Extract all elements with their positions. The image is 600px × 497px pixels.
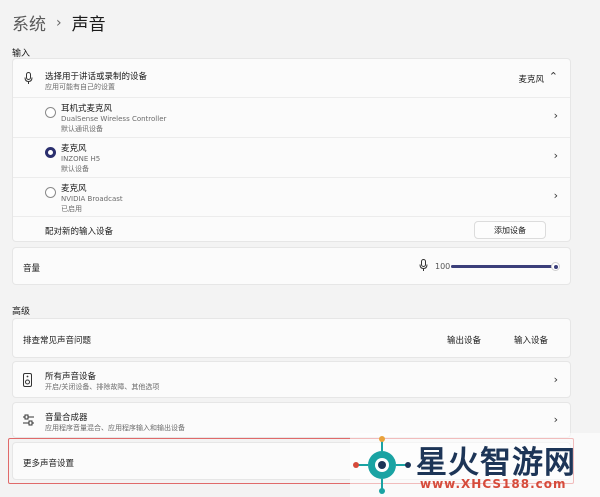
device-status: 默认通讯设备 <box>61 125 103 133</box>
device-status: 已启用 <box>61 205 82 213</box>
device-name: 耳机式麦克风 <box>61 104 113 114</box>
choose-device-row[interactable]: 选择用于讲话或录制的设备 应用可能有自己的设置 麦克风 ⌃ <box>13 59 570 97</box>
section-label-advanced: 高级 <box>12 307 31 317</box>
chevron-right-icon[interactable]: › <box>554 189 558 202</box>
mixer-icon <box>23 414 34 426</box>
device-name: 麦克风 <box>61 184 87 194</box>
chevron-right-icon[interactable]: › <box>554 373 558 386</box>
device-item-inzone[interactable]: 麦克风 INZONE H5 默认设备 › <box>13 138 570 176</box>
volume-mixer-subtitle: 应用程序音量混合、应用程序输入和输出设备 <box>45 424 185 432</box>
page-title: 声音 <box>71 15 106 35</box>
volume-mixer-title: 音量合成器 <box>45 413 88 423</box>
input-device-card: 选择用于讲话或录制的设备 应用可能有自己的设置 麦克风 ⌃ 耳机式麦克风 Dua… <box>12 58 571 242</box>
volume-label: 音量 <box>23 264 41 274</box>
radio-button[interactable] <box>45 187 56 198</box>
input-device-button[interactable]: 输入设备 <box>514 334 548 346</box>
device-model: NVIDIA Broadcast <box>61 195 123 203</box>
device-item-headset[interactable]: 耳机式麦克风 DualSense Wireless Controller 默认通… <box>13 98 570 136</box>
volume-slider-fill <box>451 265 555 268</box>
output-device-button[interactable]: 输出设备 <box>447 334 481 346</box>
watermark-url: www.XHCS188.com <box>420 477 567 491</box>
chevron-right-icon[interactable]: › <box>554 109 558 122</box>
choose-device-title: 选择用于讲话或录制的设备 <box>45 72 148 82</box>
radio-button[interactable] <box>45 107 56 118</box>
microphone-icon <box>24 72 33 84</box>
watermark: 星火智游网 www.XHCS188.com <box>350 433 600 497</box>
device-status: 默认设备 <box>61 165 89 173</box>
pair-input-device-label: 配对新的输入设备 <box>45 227 114 237</box>
add-device-button[interactable]: 添加设备 <box>474 221 546 239</box>
radio-button-selected[interactable] <box>45 147 56 158</box>
speaker-device-icon <box>23 373 32 387</box>
device-item-nvidia[interactable]: 麦克风 NVIDIA Broadcast 已启用 › <box>13 178 570 216</box>
selected-device-value: 麦克风 <box>518 75 544 85</box>
chevron-up-icon[interactable]: ⌃ <box>549 70 558 83</box>
chevron-right-icon[interactable]: › <box>554 149 558 162</box>
all-sound-devices-subtitle: 开启/关闭设备、排除故障、其他选项 <box>45 383 160 391</box>
microphone-icon[interactable] <box>419 259 428 272</box>
input-volume-card: 音量 100 <box>12 247 571 285</box>
watermark-text: 星火智游网 <box>416 445 576 481</box>
watermark-logo-icon <box>353 436 411 494</box>
pair-input-device-row: 配对新的输入设备 添加设备 <box>13 217 570 243</box>
chevron-right-icon[interactable]: › <box>554 413 558 426</box>
choose-device-subtitle: 应用可能有自己的设置 <box>45 83 115 91</box>
breadcrumb: 系统 › 声音 <box>12 10 106 36</box>
volume-slider-thumb[interactable] <box>551 262 560 271</box>
breadcrumb-separator: › <box>56 14 62 31</box>
device-name: 麦克风 <box>61 144 87 154</box>
breadcrumb-system[interactable]: 系统 <box>12 10 46 35</box>
troubleshoot-label: 排查常见声音问题 <box>23 336 92 346</box>
all-sound-devices-title: 所有声音设备 <box>45 372 97 382</box>
volume-value: 100 <box>435 262 451 271</box>
device-model: INZONE H5 <box>61 155 101 163</box>
troubleshoot-card: 排查常见声音问题 输出设备 输入设备 <box>12 318 571 358</box>
all-sound-devices-card[interactable]: 所有声音设备 开启/关闭设备、排除故障、其他选项 › <box>12 361 571 398</box>
device-model: DualSense Wireless Controller <box>61 115 167 123</box>
